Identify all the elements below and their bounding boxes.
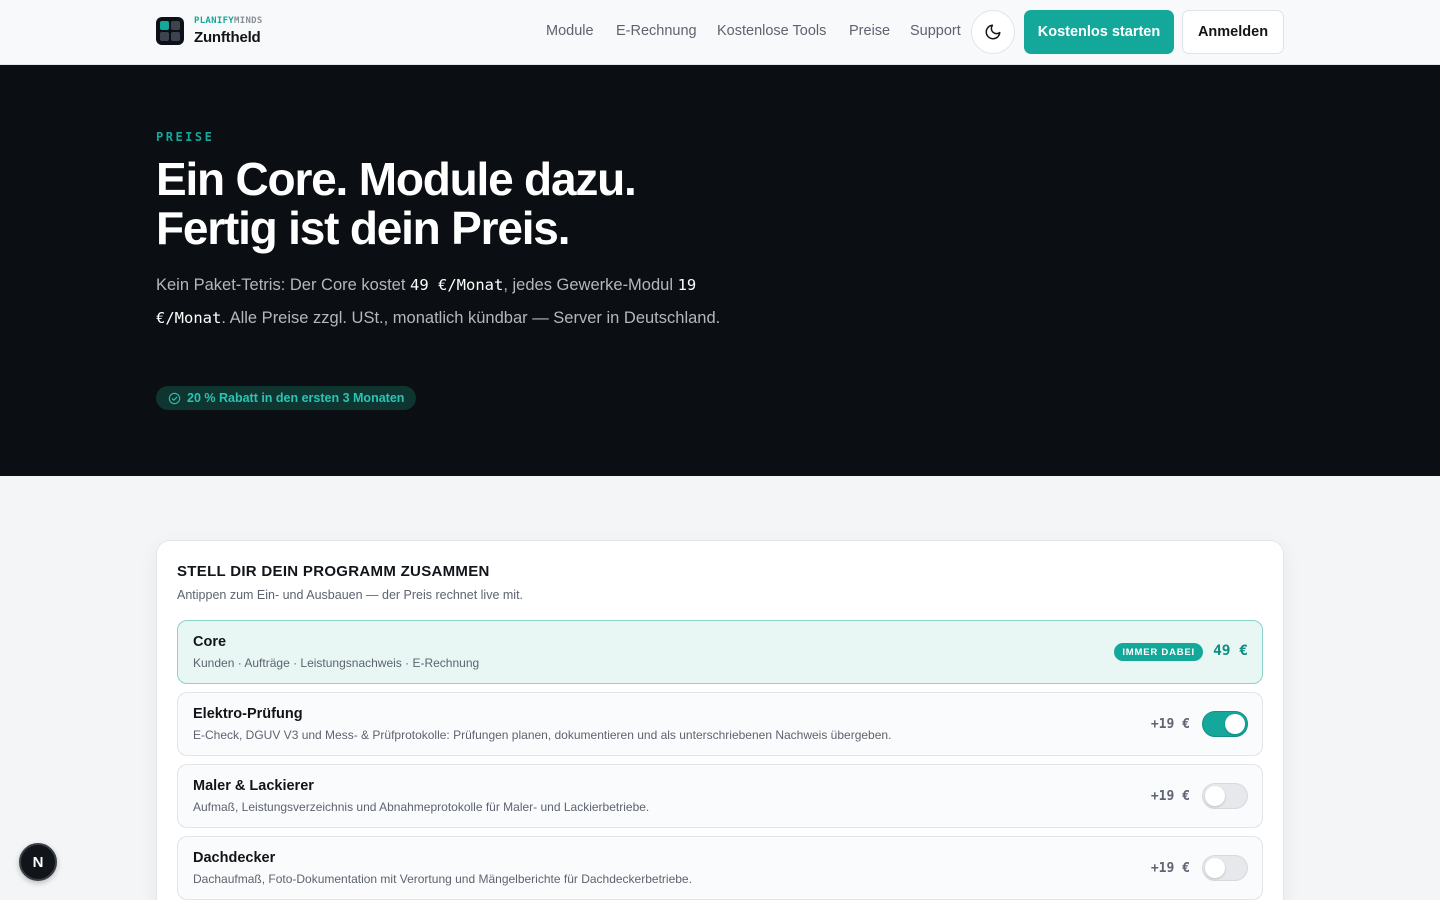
module-row-maler-lackierer[interactable]: Maler & Lackierer Aufmaß, Leistungsverze… (177, 764, 1263, 828)
check-circle-icon (168, 392, 181, 404)
headline-line-2: Fertig ist dein Preis. (156, 202, 570, 254)
module-toggle[interactable] (1202, 783, 1248, 809)
module-price: +19 € (1150, 717, 1190, 732)
module-price: +19 € (1150, 861, 1190, 876)
module-row-core: Core Kunden · Aufträge · Leistungsnachwe… (177, 620, 1263, 684)
headline-line-1: Ein Core. Module dazu. (156, 153, 637, 205)
module-toggle[interactable] (1202, 711, 1248, 737)
theme-toggle-button[interactable] (971, 10, 1015, 54)
module-row-dachdecker[interactable]: Dachdecker Dachaufmaß, Foto-Dokumentatio… (177, 836, 1263, 900)
plan-configurator: STELL DIR DEIN PROGRAMM ZUSAMMEN Antippe… (156, 540, 1284, 900)
hero-lead: Kein Paket-Tetris: Der Core kostet 49 €/… (156, 276, 721, 327)
nav-link-kostenlose-tools[interactable]: Kostenlose Tools (717, 23, 826, 39)
module-description: E-Check, DGUV V3 und Mess- & Prüfprotoko… (193, 728, 892, 742)
configurator-subtitle: Antippen zum Ein- und Ausbauen — der Pre… (177, 588, 524, 602)
core-price-inline: 49 €/Monat (410, 276, 504, 294)
moon-icon (985, 24, 1001, 40)
module-name: Core (193, 634, 227, 650)
nav-link-module[interactable]: Module (546, 23, 594, 39)
logo[interactable]: PLANIFYMINDS Zunftheld (156, 17, 263, 45)
nav-link-support[interactable]: Support (910, 23, 961, 39)
module-description: Dachaufmaß, Foto-Dokumentation mit Veror… (193, 872, 692, 886)
module-price: +19 € (1150, 789, 1190, 804)
always-included-badge: IMMER DABEI (1114, 643, 1203, 661)
start-free-button[interactable]: Kostenlos starten (1024, 10, 1174, 54)
configurator-title: STELL DIR DEIN PROGRAMM ZUSAMMEN (177, 563, 490, 580)
nav-link-preise[interactable]: Preise (849, 23, 890, 39)
module-name: Maler & Lackierer (193, 778, 314, 794)
module-description: Kunden · Aufträge · Leistungsnachweis · … (193, 656, 480, 670)
product-name: Zunftheld (194, 29, 261, 46)
site-header: PLANIFYMINDS Zunftheld Module E-Rechnung… (0, 0, 1440, 65)
module-toggle[interactable] (1202, 855, 1248, 881)
page-title: Ein Core. Module dazu. Fertig ist dein P… (156, 155, 796, 253)
dev-tools-button[interactable]: N (19, 843, 57, 881)
logo-icon (156, 17, 184, 45)
module-name: Dachdecker (193, 850, 276, 866)
section-eyebrow: PREISE (156, 130, 215, 144)
hero-section: PREISE Ein Core. Module dazu. Fertig ist… (0, 65, 1440, 476)
login-button[interactable]: Anmelden (1182, 10, 1284, 54)
discount-badge: 20 % Rabatt in den ersten 3 Monaten (156, 386, 417, 410)
module-row-elektro-pruefung[interactable]: Elektro-Prüfung E-Check, DGUV V3 und Mes… (177, 692, 1263, 756)
toggle-knob (1225, 714, 1245, 734)
toggle-knob (1205, 858, 1225, 878)
brand-wordmark: PLANIFYMINDS (194, 16, 263, 26)
nav-link-e-rechnung[interactable]: E-Rechnung (616, 23, 697, 39)
module-description: Aufmaß, Leistungsverzeichnis und Abnahme… (193, 800, 650, 814)
toggle-knob (1205, 786, 1225, 806)
module-price: 49 € (1213, 643, 1248, 659)
module-name: Elektro-Prüfung (193, 706, 303, 722)
